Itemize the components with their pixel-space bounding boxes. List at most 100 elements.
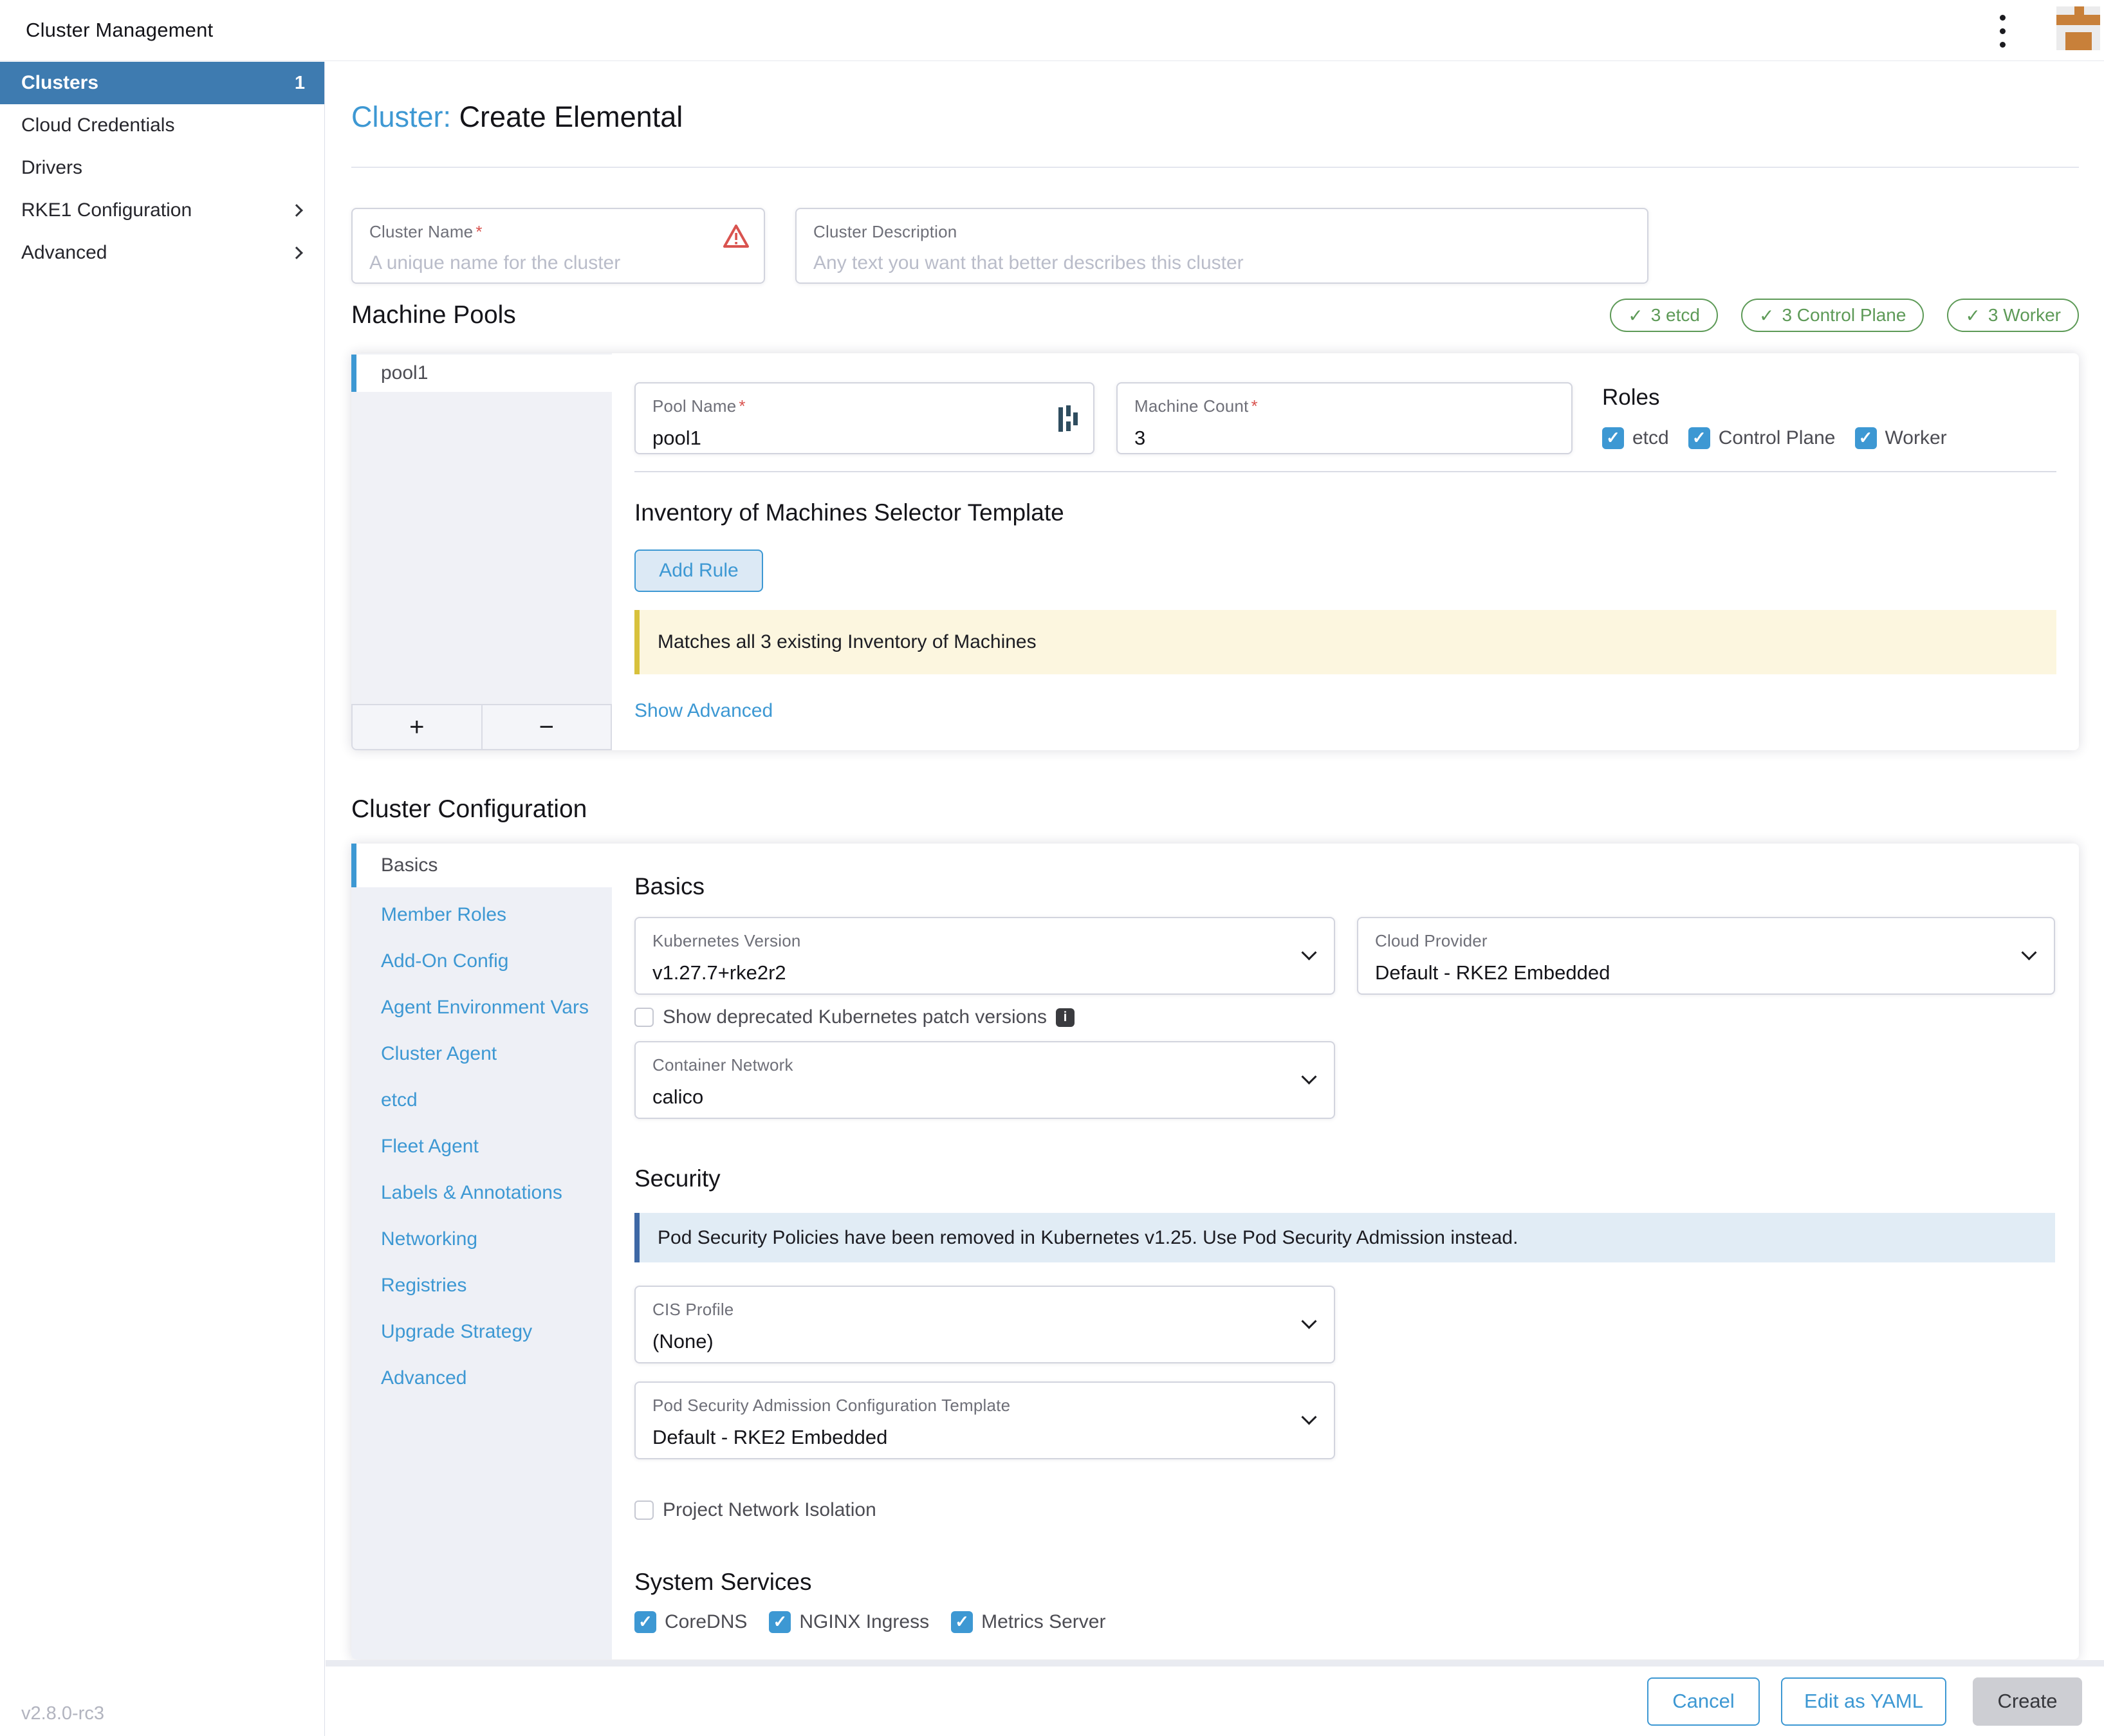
randomize-name-icon[interactable] [1058,405,1078,432]
cancel-button[interactable]: Cancel [1647,1677,1760,1726]
pool-tab-pool1[interactable]: pool1 [351,355,612,392]
sidebar-item-label: RKE1 Configuration [21,199,192,221]
create-button[interactable]: Create [1973,1677,2082,1726]
pool-tab-column: pool1 + − [351,353,612,750]
info-icon: i [1056,1008,1075,1027]
sidebar-item-advanced[interactable]: Advanced [0,232,324,274]
show-advanced-link[interactable]: Show Advanced [634,700,773,722]
psa-template-value: Default - RKE2 Embedded [652,1426,1317,1449]
cluster-description-label: Cluster Description [813,222,957,241]
nginx-ingress-checkbox[interactable] [769,1611,791,1633]
sidebar-item-cloud-credentials[interactable]: Cloud Credentials [0,104,324,147]
sidebar-item-label: Cloud Credentials [21,115,174,136]
check-icon: ✓ [1759,305,1774,326]
sidebar-item-label: Drivers [21,157,82,179]
project-network-isolation-row: Project Network Isolation [634,1499,2055,1521]
kubernetes-version-value: v1.27.7+rke2r2 [652,961,1317,984]
page-title-name: Create Elemental [459,100,683,133]
machine-pool-card: pool1 + − Pool Name* pool1 Machine Count… [351,353,2079,750]
footer: Cancel Edit as YAML Create [326,1660,2104,1736]
tab-networking[interactable]: Networking [351,1216,612,1262]
psa-template-select[interactable]: Pod Security Admission Configuration Tem… [634,1381,1335,1459]
top-header: Cluster Management [0,0,2104,61]
kebab-menu-icon[interactable] [1989,14,2015,48]
tab-registries[interactable]: Registries [351,1262,612,1309]
deprecated-versions-row: Show deprecated Kubernetes patch version… [634,1006,2055,1028]
remove-pool-button[interactable]: − [482,704,613,750]
avatar-art [2074,6,2084,15]
pool-divider [634,471,2056,472]
tab-member-roles[interactable]: Member Roles [351,892,612,938]
config-tab-column: Basics Member Roles Add-On Config Agent … [351,844,612,1659]
tab-labels-annotations[interactable]: Labels & Annotations [351,1170,612,1216]
worker-count-badge: ✓ 3 Worker [1947,299,2079,332]
cis-profile-value: (None) [652,1330,1317,1353]
tab-etcd[interactable]: etcd [351,1077,612,1123]
tab-agent-environment-vars[interactable]: Agent Environment Vars [351,984,612,1031]
metrics-server-checkbox[interactable] [951,1611,973,1633]
container-network-select[interactable]: Container Network calico [634,1041,1335,1119]
cloud-provider-value: Default - RKE2 Embedded [1375,961,2037,984]
add-rule-button[interactable]: Add Rule [634,549,763,592]
tab-add-on-config[interactable]: Add-On Config [351,938,612,984]
edit-as-yaml-button[interactable]: Edit as YAML [1781,1677,1946,1726]
pool-content: Pool Name* pool1 Machine Count* 3 Roles [612,353,2079,722]
config-content: Basics Kubernetes Version v1.27.7+rke2r2… [612,844,2079,1633]
tab-cluster-agent[interactable]: Cluster Agent [351,1031,612,1077]
version-label: v2.8.0-rc3 [21,1703,104,1724]
machine-count-label: Machine Count [1134,396,1248,416]
basics-heading: Basics [634,873,2055,900]
show-deprecated-checkbox[interactable] [634,1008,654,1027]
chevron-right-icon [290,246,303,259]
cluster-description-field[interactable]: Cluster Description Any text you want th… [795,208,1648,284]
tab-upgrade-strategy[interactable]: Upgrade Strategy [351,1309,612,1355]
sidebar-item-drivers[interactable]: Drivers [0,147,324,189]
cis-profile-select[interactable]: CIS Profile (None) [634,1286,1335,1363]
machine-count-value: 3 [1134,427,1555,450]
tab-basics[interactable]: Basics [351,844,612,887]
matches-banner: Matches all 3 existing Inventory of Mach… [634,610,2056,674]
chevron-down-icon [1301,1409,1316,1425]
pool-name-label: Pool Name [652,396,736,416]
app-root: Cluster Management Clusters 1 Cloud Cred… [0,0,2104,1736]
pool-name-field[interactable]: Pool Name* pool1 [634,382,1094,454]
machine-pools-heading: Machine Pools [351,301,516,329]
add-pool-button[interactable]: + [351,704,482,750]
pod-security-banner: Pod Security Policies have been removed … [634,1213,2055,1262]
warning-icon [723,223,750,249]
tab-fleet-agent[interactable]: Fleet Agent [351,1123,612,1170]
etcd-checkbox[interactable] [1602,427,1624,449]
pool-tab-label: pool1 [381,362,428,384]
cluster-name-field[interactable]: Cluster Name* A unique name for the clus… [351,208,765,284]
sidebar-item-clusters[interactable]: Clusters 1 [0,62,324,104]
chevron-right-icon [290,204,303,217]
system-services-row: CoreDNS NGINX Ingress Metrics Server [634,1611,2055,1633]
clusters-count-badge: 1 [295,73,305,94]
coredns-checkbox[interactable] [634,1611,656,1633]
security-heading: Security [634,1165,2055,1192]
machine-count-field[interactable]: Machine Count* 3 [1116,382,1573,454]
pool-add-remove-row: + − [351,704,612,750]
chevron-down-icon [1301,1069,1316,1084]
chevron-down-icon [2021,945,2036,960]
service-metrics-server: Metrics Server [951,1611,1105,1633]
role-count-badges: ✓ 3 etcd ✓ 3 Control Plane ✓ 3 Worker [1610,299,2079,332]
user-avatar[interactable] [2056,6,2100,50]
tab-advanced[interactable]: Advanced [351,1355,612,1401]
cloud-provider-select[interactable]: Cloud Provider Default - RKE2 Embedded [1357,917,2055,995]
sidebar-item-rke1-configuration[interactable]: RKE1 Configuration [0,189,324,232]
role-etcd: etcd [1602,427,1669,449]
inventory-selector-heading: Inventory of Machines Selector Template [634,499,2056,526]
chevron-down-icon [1301,1313,1316,1329]
cluster-name-label: Cluster Name [369,222,473,241]
etcd-count-badge: ✓ 3 etcd [1610,299,1718,332]
roles-heading: Roles [1602,385,1947,411]
kubernetes-version-select[interactable]: Kubernetes Version v1.27.7+rke2r2 [634,917,1335,995]
check-icon: ✓ [1628,305,1643,326]
control-plane-checkbox[interactable] [1688,427,1710,449]
sidebar-item-label: Clusters [21,72,98,94]
container-network-value: calico [652,1085,1317,1109]
project-network-isolation-checkbox[interactable] [634,1501,654,1520]
footer-divider [326,1660,2104,1667]
worker-checkbox[interactable] [1855,427,1877,449]
